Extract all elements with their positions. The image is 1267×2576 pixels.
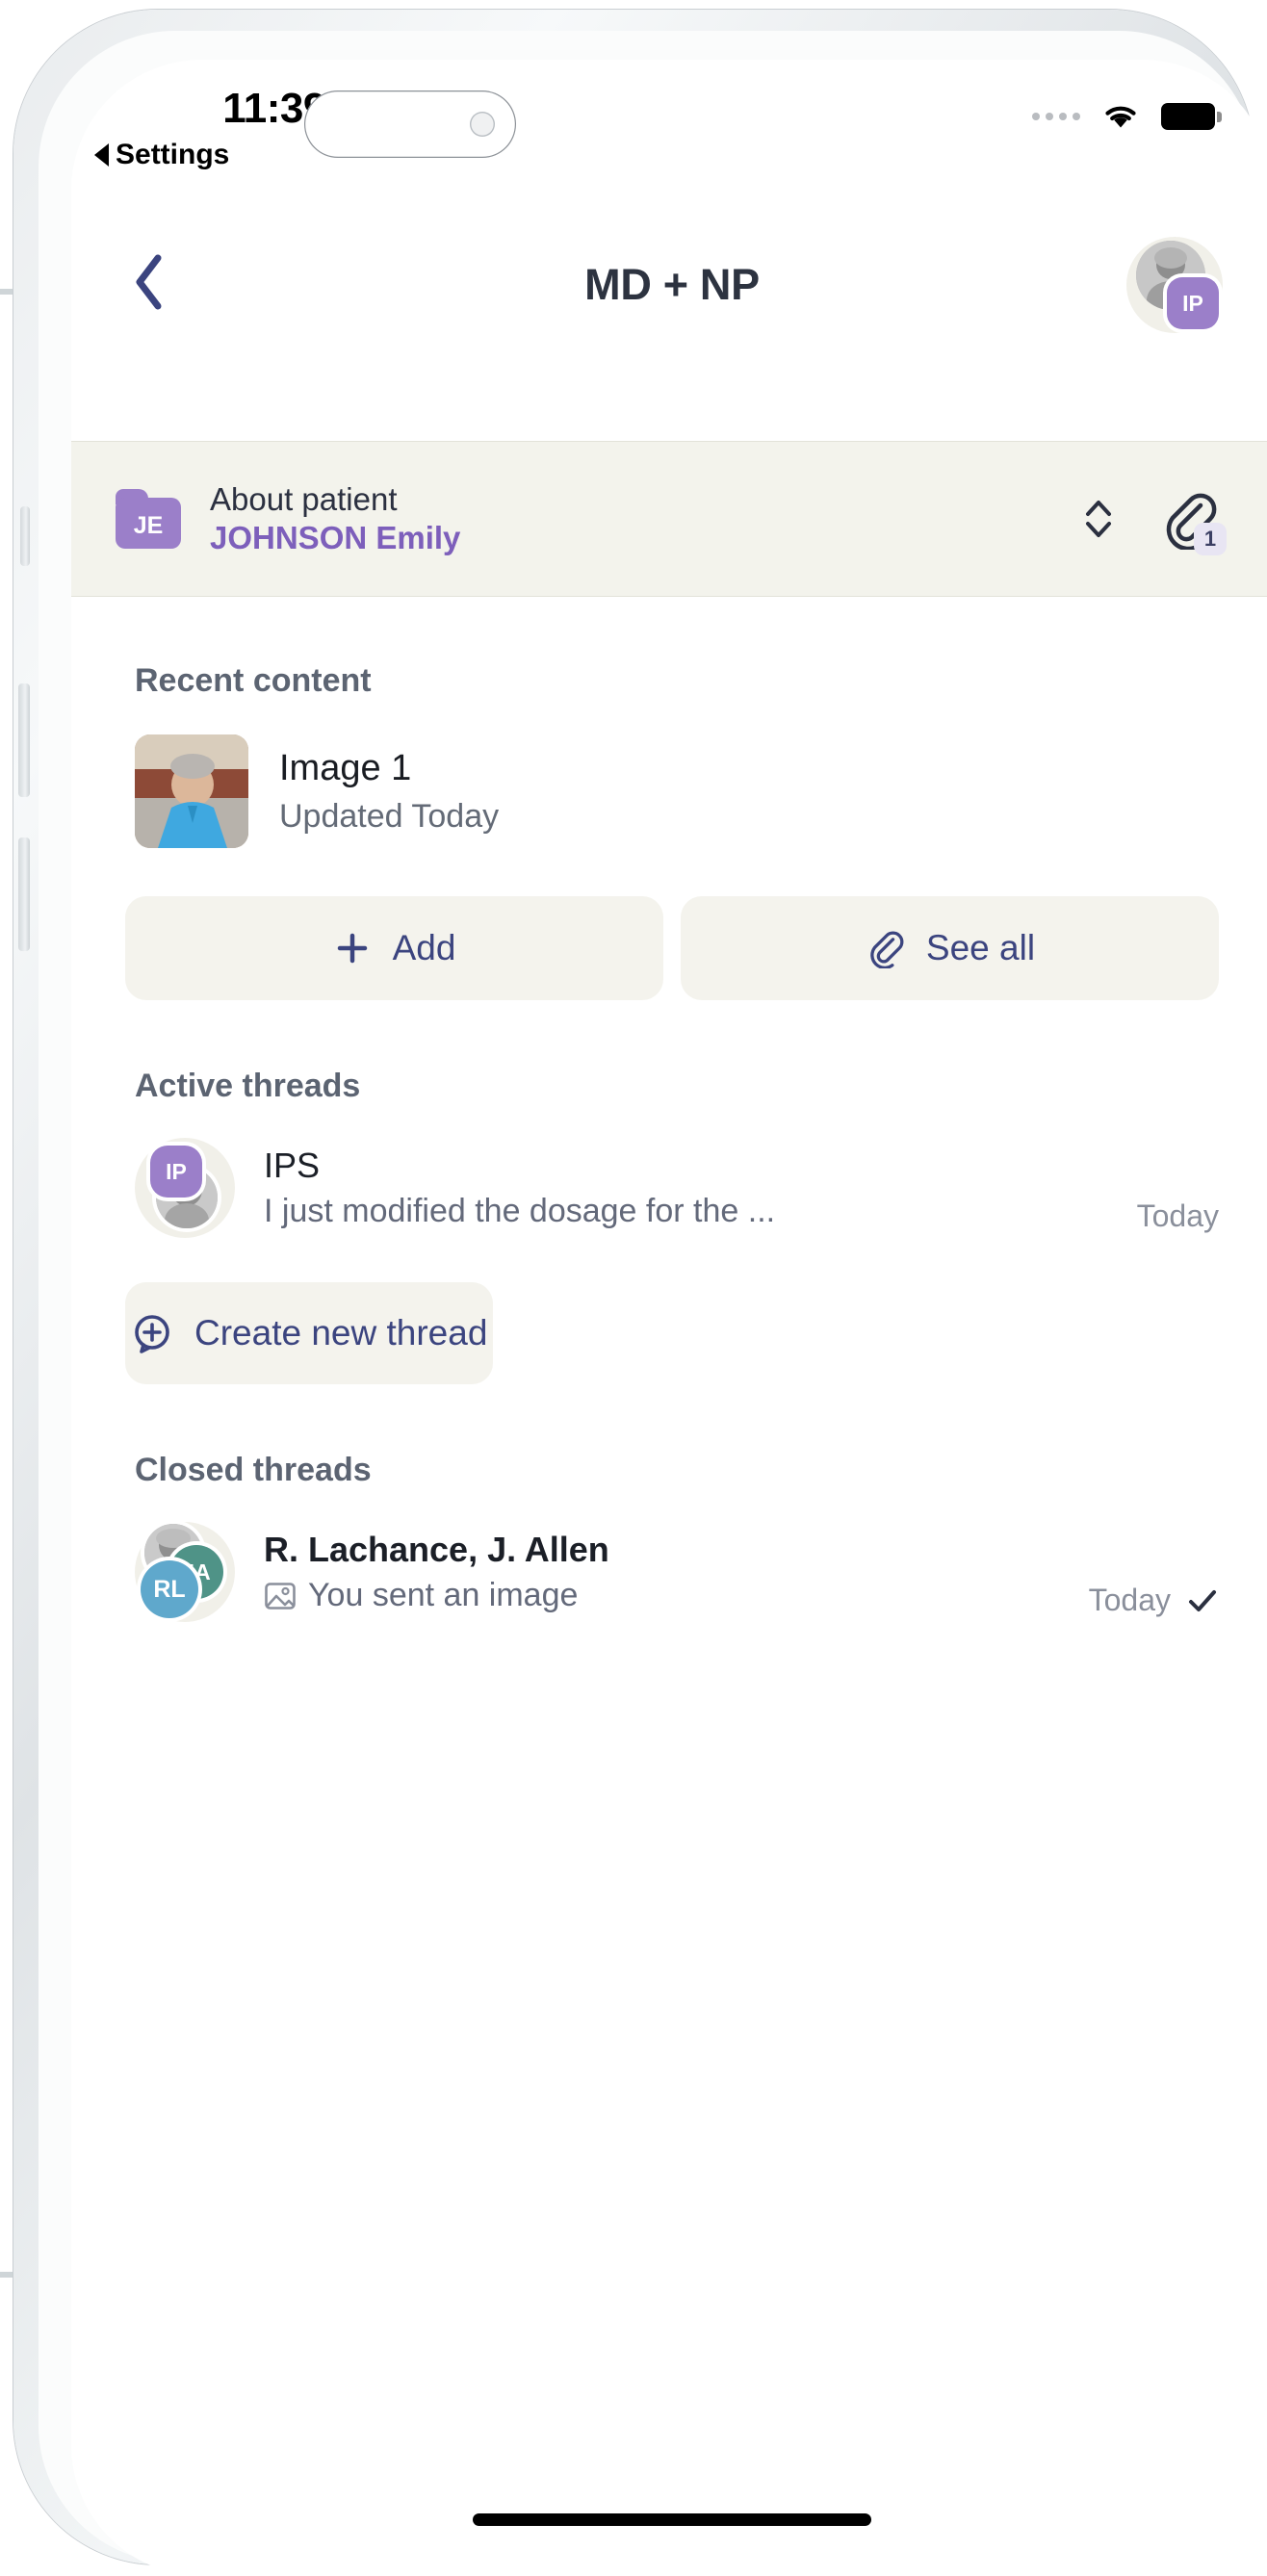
profile-avatar[interactable]: IP [1126,237,1223,333]
closed-thread-avatar-cluster: JA RL [135,1522,235,1622]
recent-item-text: Image 1 Updated Today [279,746,499,837]
silent-switch[interactable] [20,506,30,566]
avatar-initials-badge: IP [1167,277,1219,329]
active-thread-text: IPS I just modified the dosage for the .… [264,1144,1120,1232]
see-all-button-label: See all [925,928,1036,967]
closed-thread-preview-row: You sent an image [264,1575,1072,1616]
volume-up-button[interactable] [18,683,30,797]
volume-down-button[interactable] [18,837,30,951]
image-icon [265,1582,296,1610]
dots-icon [1032,113,1080,120]
recent-content-actions: Add See all [71,896,1267,1000]
status-back-label: Settings [116,139,230,170]
patient-name: JOHNSON Emily [210,520,461,555]
active-thread-row[interactable]: IP IPS I just modified the dosage for th… [71,1138,1267,1238]
active-threads-heading: Active threads [135,1068,361,1104]
message-plus-icon [135,1315,169,1353]
recent-item-subtitle: Updated Today [279,797,500,835]
closed-thread-badge-rl: RL [141,1560,198,1618]
thread-avatar-cluster: IP [135,1138,235,1238]
closed-thread-time: Today [1088,1583,1171,1617]
device-background: 11:39 Settings MD + NP IP JE About patie… [0,0,1267,2576]
patient-folder-initials: JE [116,498,181,549]
attachments-button[interactable]: 1 [1157,488,1227,555]
recent-content-item[interactable]: Image 1 Updated Today [71,734,1267,848]
main-content: Recent content Image 1 Updated Today Add… [71,595,1267,1622]
add-button[interactable]: Add [125,896,663,1000]
create-new-thread-label: Create new thread [194,1313,488,1352]
closed-thread-row[interactable]: JA RL R. Lachance, J. Allen You sent an … [71,1522,1267,1622]
active-thread-meta: Today [1137,1198,1219,1238]
about-patient-label: About patient [210,480,398,517]
closed-thread-meta: Today [1089,1583,1219,1622]
closed-thread-preview: You sent an image [308,1577,579,1614]
dynamic-island [304,90,516,158]
paperclip-icon [870,931,904,968]
about-patient-banner[interactable]: JE About patient JOHNSON Emily 1 [71,441,1267,597]
navigation-bar: MD + NP IP [71,219,1267,345]
active-thread-preview: I just modified the dosage for the ... [264,1193,776,1230]
thread-initials-badge: IP [150,1146,202,1198]
page-title: MD + NP [584,260,760,309]
home-indicator[interactable] [473,2513,871,2526]
attachment-count-badge: 1 [1194,523,1227,555]
create-new-thread-button[interactable]: Create new thread [125,1282,494,1384]
closed-thread-title: R. Lachance, J. Allen [264,1530,609,1570]
plus-icon [337,933,367,964]
camera-lens-icon [470,112,495,137]
wifi-icon [1105,106,1136,128]
active-thread-time: Today [1136,1198,1219,1233]
patient-banner-text: About patient JOHNSON Emily [210,480,460,558]
see-all-button[interactable]: See all [681,896,1219,1000]
triangle-left-icon [94,143,109,167]
phone-screen: 11:39 Settings MD + NP IP JE About patie… [71,60,1267,2576]
status-back-to-settings[interactable]: Settings [94,139,229,171]
recent-content-heading: Recent content [135,662,372,699]
closed-threads-heading: Closed threads [135,1452,372,1488]
image-thumbnail [135,734,248,848]
closed-thread-text: R. Lachance, J. Allen You sent an image [264,1528,1072,1616]
device-inner-bezel: 11:39 Settings MD + NP IP JE About patie… [39,31,1267,2576]
device-bezel: 11:39 Settings MD + NP IP JE About patie… [13,10,1267,2576]
active-thread-title: IPS [264,1146,321,1186]
patient-banner-actions: 1 [1082,488,1227,555]
recent-item-title: Image 1 [279,748,412,788]
status-icons [1032,102,1222,131]
add-button-label: Add [392,928,456,967]
status-bar: 11:39 Settings [71,60,1267,219]
battery-icon [1161,103,1222,130]
patient-folder-icon: JE [116,489,181,549]
check-icon [1189,1589,1216,1611]
chevron-up-down-icon[interactable] [1082,497,1115,541]
